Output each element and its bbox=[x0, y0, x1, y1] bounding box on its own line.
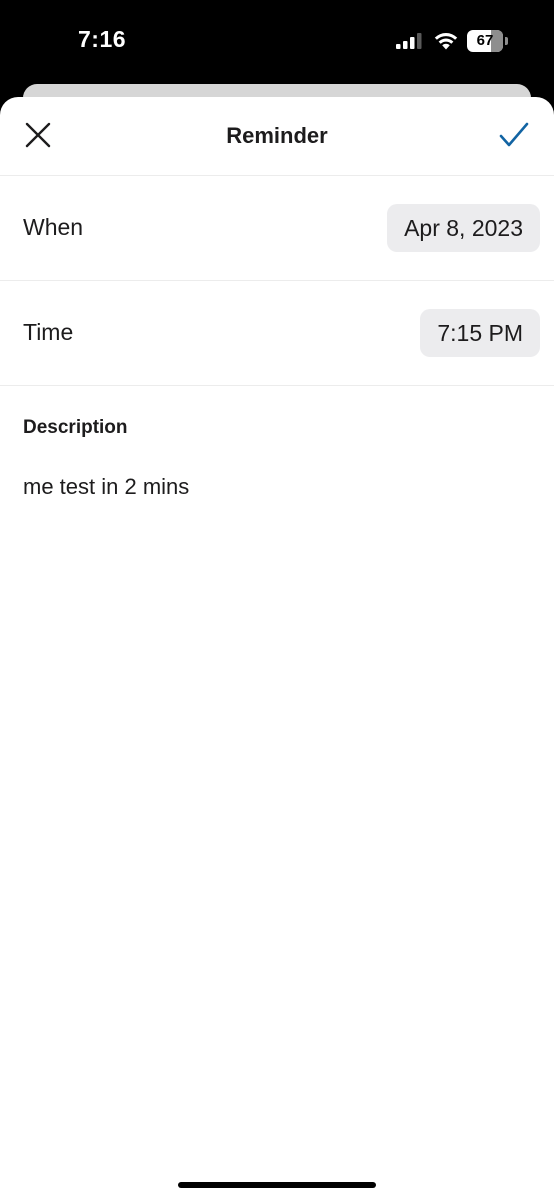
home-indicator bbox=[178, 1182, 376, 1188]
description-field[interactable]: me test in 2 mins bbox=[23, 474, 189, 500]
time-picker-button[interactable]: 7:15 PM bbox=[420, 309, 540, 357]
when-row: When Apr 8, 2023 bbox=[0, 176, 554, 281]
status-bar: 7:16 67 bbox=[0, 0, 554, 84]
battery-icon: 67 bbox=[467, 30, 509, 52]
when-label: When bbox=[23, 214, 84, 240]
date-picker-button[interactable]: Apr 8, 2023 bbox=[387, 204, 540, 252]
time-label: Time bbox=[23, 319, 74, 345]
description-label: Description bbox=[23, 417, 128, 438]
status-time: 7:16 bbox=[78, 26, 127, 52]
reminder-sheet: Reminder When Apr 8, 2023 Time 7:15 PM D… bbox=[0, 97, 554, 1200]
done-button[interactable] bbox=[494, 117, 534, 153]
wifi-icon bbox=[434, 33, 458, 50]
time-row: Time 7:15 PM bbox=[0, 281, 554, 386]
checkmark-icon bbox=[499, 122, 529, 147]
cellular-signal-icon bbox=[396, 33, 422, 49]
nav-bar: Reminder bbox=[0, 97, 554, 176]
page-title: Reminder bbox=[226, 123, 328, 148]
battery-level: 67 bbox=[476, 32, 494, 49]
